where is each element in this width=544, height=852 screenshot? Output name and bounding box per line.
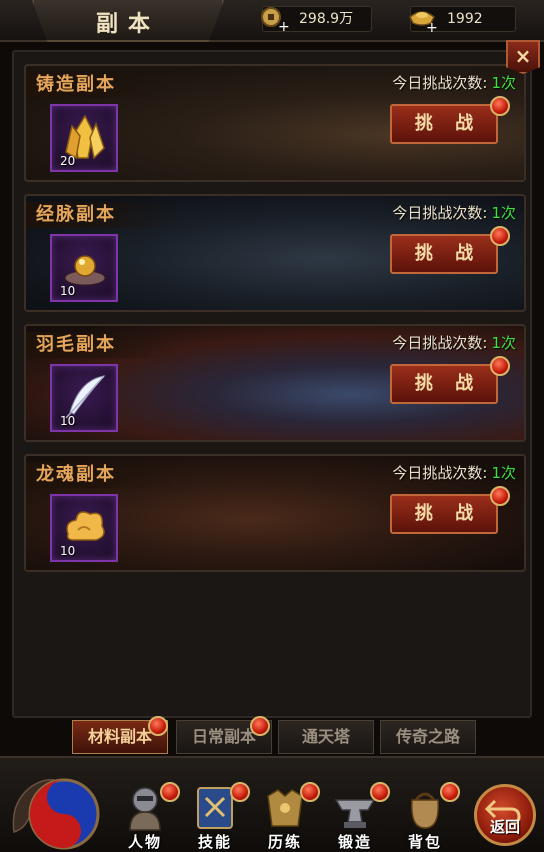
gold-coin-icon: +: [261, 7, 289, 33]
page-title: 副本: [95, 11, 160, 37]
yin-yang-dragon-icon: [12, 778, 100, 850]
nav-label: 人物: [127, 833, 162, 851]
gold-value: 298.9万: [299, 11, 354, 27]
reward-item-slot[interactable]: 10: [50, 234, 118, 302]
category-tabs: 材料副本 日常副本 通天塔 传奇之路: [0, 716, 544, 756]
notification-dot: [148, 716, 168, 736]
tab-legend-road[interactable]: 传奇之路: [380, 720, 476, 754]
gold-ingot-icon: +: [409, 11, 437, 33]
svg-text:+: +: [278, 19, 289, 33]
notification-dot: [490, 486, 510, 506]
challenge-button[interactable]: 挑 战: [390, 494, 498, 534]
nav-bag[interactable]: 背包: [394, 782, 460, 852]
attempts-label: 今日挑战次数:: [392, 204, 488, 222]
notification-dot: [440, 782, 460, 802]
nav-label: 技能: [197, 833, 232, 851]
dungeon-name: 羽毛副本: [26, 332, 176, 358]
item-count: 10: [60, 414, 76, 428]
challenge-button[interactable]: 挑 战: [390, 364, 498, 404]
close-button[interactable]: ×: [506, 40, 540, 74]
reward-item-slot[interactable]: 10: [50, 364, 118, 432]
dungeon-name: 经脉副本: [26, 202, 176, 228]
ingot-value: 1992: [447, 11, 483, 27]
nav-skill[interactable]: 技能: [184, 782, 250, 852]
dungeon-name: 铸造副本: [26, 72, 176, 98]
top-bar: 副本 + 298.9万 + 1992: [0, 0, 544, 42]
dungeon-card-feather: 羽毛副本 10 今日挑战次数: 1次 挑 战: [24, 324, 526, 442]
notification-dot: [370, 782, 390, 802]
bottom-nav-bar: 人物 技能 历练 锻造 背包 返回: [0, 756, 544, 852]
reward-item-slot[interactable]: 10: [50, 494, 118, 562]
dungeon-name: 龙魂副本: [26, 462, 176, 488]
nav-character[interactable]: 人物: [114, 782, 180, 852]
nav-label: 锻造: [337, 833, 372, 851]
attempts-label: 今日挑战次数:: [392, 74, 488, 92]
daily-attempts: 今日挑战次数: 1次: [392, 202, 516, 223]
notification-dot: [250, 716, 270, 736]
gold-display: + 298.9万: [261, 6, 372, 33]
title-tab: 副本: [32, 0, 224, 42]
svg-text:+: +: [426, 20, 437, 33]
attempts-label: 今日挑战次数:: [392, 334, 488, 352]
attempts-count: 1次: [491, 464, 516, 482]
notification-dot: [230, 782, 250, 802]
notification-dot: [490, 356, 510, 376]
dungeon-card-forging: 铸造副本 20 今日挑战次数: 1次 挑 战: [24, 64, 526, 182]
attempts-label: 今日挑战次数:: [392, 464, 488, 482]
notification-dot: [300, 782, 320, 802]
ingot-display: + 1992: [409, 6, 516, 33]
dungeon-card-meridian: 经脉副本 10 今日挑战次数: 1次 挑 战: [24, 194, 526, 312]
notification-dot: [490, 96, 510, 116]
nav-label: 背包: [407, 833, 442, 851]
nav-training[interactable]: 历练: [254, 782, 320, 852]
back-button[interactable]: 返回: [474, 784, 536, 846]
nav-forge[interactable]: 锻造: [324, 782, 390, 852]
dungeon-panel: 铸造副本 20 今日挑战次数: 1次 挑 战 经脉副本 10 今日挑战次数: 1次 …: [12, 50, 532, 718]
daily-attempts: 今日挑战次数: 1次: [392, 462, 516, 483]
item-count: 10: [60, 284, 76, 298]
challenge-button[interactable]: 挑 战: [390, 104, 498, 144]
notification-dot: [160, 782, 180, 802]
back-label: 返回: [489, 818, 520, 836]
attempts-count: 1次: [491, 74, 516, 92]
daily-attempts: 今日挑战次数: 1次: [392, 72, 516, 93]
nav-label: 历练: [267, 833, 302, 851]
attempts-count: 1次: [491, 204, 516, 222]
daily-attempts: 今日挑战次数: 1次: [392, 332, 516, 353]
item-count: 20: [60, 154, 76, 168]
item-count: 10: [60, 544, 76, 558]
tab-sky-tower[interactable]: 通天塔: [278, 720, 374, 754]
reward-item-slot[interactable]: 20: [50, 104, 118, 172]
dungeon-card-dragon-soul: 龙魂副本 10 今日挑战次数: 1次 挑 战: [24, 454, 526, 572]
challenge-button[interactable]: 挑 战: [390, 234, 498, 274]
attempts-count: 1次: [491, 334, 516, 352]
notification-dot: [490, 226, 510, 246]
